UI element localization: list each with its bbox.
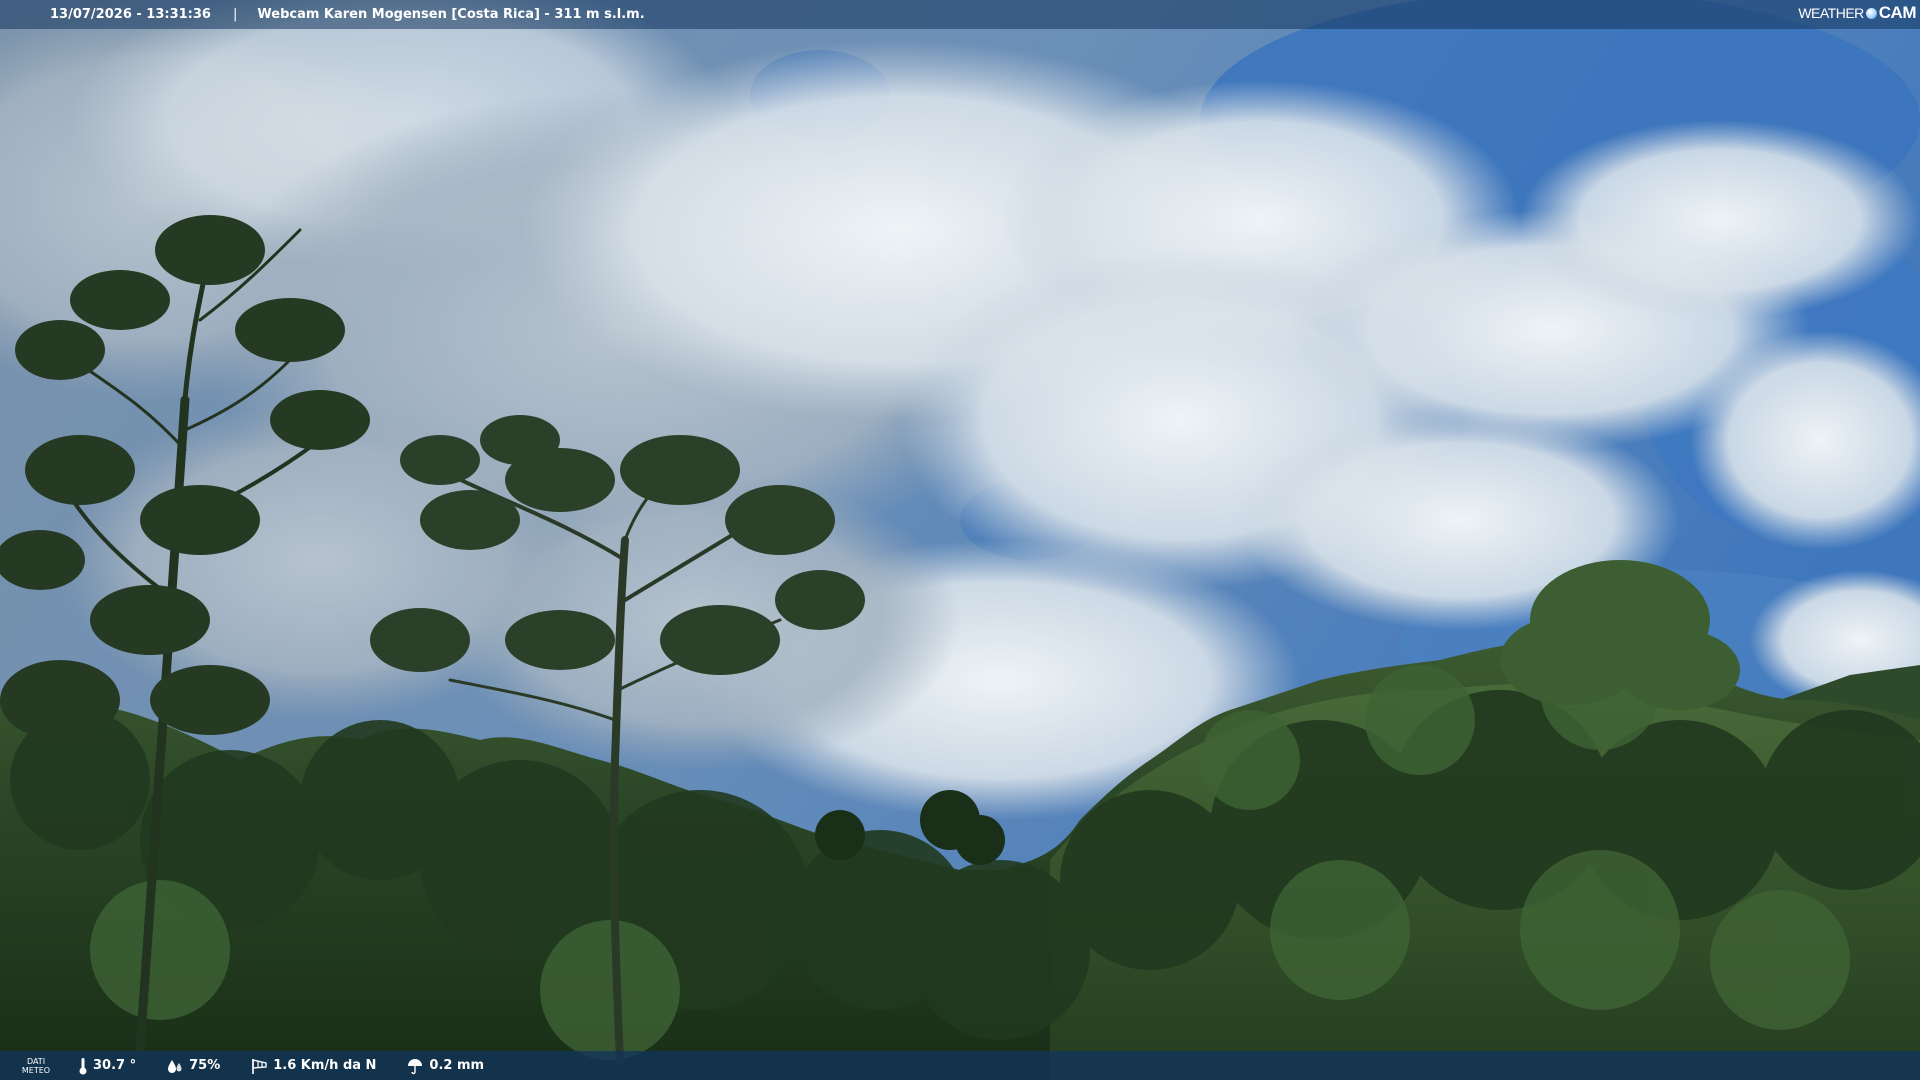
humidity-reading: 75% xyxy=(166,1057,220,1075)
webcam-frame: 13/07/2026 - 13:31:36 | Webcam Karen Mog… xyxy=(0,0,1920,1080)
thermometer-icon xyxy=(79,1057,87,1074)
wind-value: 1.6 Km/h da N xyxy=(273,1058,377,1073)
label-line-2: METEO xyxy=(21,1065,51,1075)
logo-cam-text: CAM xyxy=(1878,3,1917,22)
webcam-scene xyxy=(0,0,1920,1080)
globe-icon xyxy=(1865,7,1877,19)
rain-umbrella-icon xyxy=(408,1058,423,1074)
humidity-value: 75% xyxy=(189,1058,221,1073)
rain-value: 0.2 mm xyxy=(429,1058,485,1073)
windsock-icon xyxy=(252,1058,267,1074)
rain-reading: 0.2 mm xyxy=(406,1057,484,1075)
datetime-stamp: 13/07/2026 - 13:31:36 xyxy=(50,7,211,22)
wind-reading: 1.6 Km/h da N xyxy=(250,1057,376,1075)
title-separator: | xyxy=(232,7,238,22)
temperature-reading: 30.7 ° xyxy=(78,1057,136,1075)
webcam-title: Webcam Karen Mogensen [Costa Rica] - 311… xyxy=(257,7,645,22)
top-info-bar: 13/07/2026 - 13:31:36 | Webcam Karen Mog… xyxy=(0,0,1920,29)
weathercam-logo: WEATHER CAM xyxy=(1798,3,1916,23)
label-line-1: DATI xyxy=(26,1056,46,1066)
humidity-drops-icon xyxy=(168,1059,182,1073)
weather-data-label: DATI METEO xyxy=(0,1057,72,1075)
logo-weather-text: WEATHER xyxy=(1798,5,1864,21)
weather-data-bar: DATI METEO 30.7 ° 75% 1.6 Km/h da N 0.2 … xyxy=(0,1051,1920,1080)
temperature-value: 30.7 ° xyxy=(93,1058,137,1073)
